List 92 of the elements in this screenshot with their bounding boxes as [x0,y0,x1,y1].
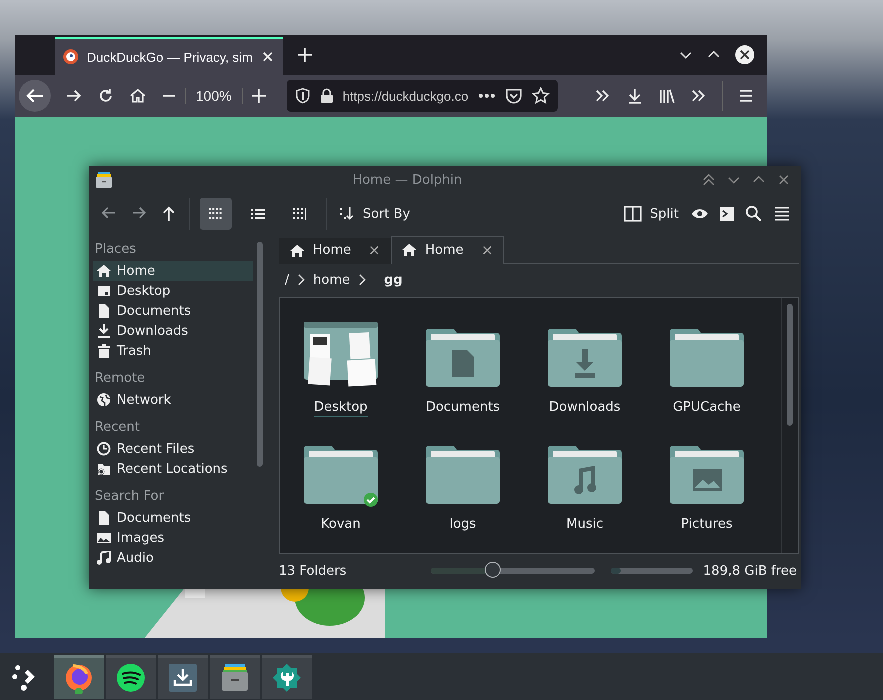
split-button[interactable]: Split [622,202,681,226]
back-icon[interactable] [19,80,51,112]
folder-clock-icon [97,462,111,476]
scrollbar[interactable] [257,242,263,467]
browser-tab[interactable]: DuckDuckGo — Privacy, sim [55,37,283,75]
folder-item[interactable]: Downloads [524,320,646,418]
sidebar-item[interactable]: Recent Locations [93,459,253,479]
sidebar-item[interactable]: Desktop [93,281,253,301]
document-icon [97,511,111,525]
new-tab-icon[interactable] [296,47,313,63]
duck-logo-icon [63,49,79,65]
home-icon[interactable] [129,87,147,105]
breadcrumb-item[interactable]: home [313,272,350,288]
sidebar-item[interactable]: Network [93,390,253,410]
menu-icon[interactable] [773,205,791,223]
task-button[interactable] [106,654,156,698]
grid-icon [209,208,223,220]
sidebar-item[interactable]: Home [93,261,253,281]
folder-tab[interactable]: Home [279,238,392,264]
home-icon [402,243,418,258]
star-icon[interactable] [532,87,550,105]
sidebar-item[interactable]: Trash [93,341,253,361]
section-heading: Search For [94,488,166,506]
breadcrumb-item[interactable]: / [285,272,290,288]
free-space-text: 189,8 GiB free [703,564,797,579]
zoom-slider[interactable] [431,562,596,580]
search-icon[interactable] [745,205,763,223]
home-icon [290,244,305,258]
task-button[interactable] [262,654,312,698]
fox-globe-icon [63,662,95,694]
task-button[interactable] [210,654,260,698]
chevron-right-icon [297,274,306,286]
pocket-icon[interactable] [504,87,523,105]
sound-waves-icon [115,662,147,694]
desktop-icon [97,284,111,298]
address-bar[interactable]: https://duckduckgo.co [286,80,558,112]
shield-icon [294,88,311,104]
folder-item[interactable]: logs [402,437,524,534]
folder-item[interactable]: Documents [402,320,524,418]
close-icon[interactable] [482,244,493,256]
clock-icon [97,442,111,456]
sidebar-item[interactable]: Downloads [93,321,253,341]
reload-icon[interactable] [97,87,115,105]
folder-item[interactable]: Desktop [280,320,402,418]
section-heading: Remote [94,370,146,388]
file-cabinet-icon [219,662,251,694]
trash-icon [97,344,111,358]
task-button[interactable] [158,654,208,698]
zoom-reset-button[interactable]: 100% [185,88,243,104]
sort-icon [339,206,355,222]
download-icon [97,324,111,338]
folder-count: 13 Folders [279,564,347,579]
section-heading: Recent [94,419,141,437]
breadcrumb-item[interactable]: gg [384,272,403,288]
menu-icon[interactable] [737,87,755,105]
url-text: https://duckduckgo.co [342,88,469,104]
icons-view-button[interactable] [200,198,232,230]
sidebar-item[interactable]: Documents [93,301,253,321]
list-icon [251,208,265,220]
folder-tab[interactable]: Home [391,236,504,264]
close-icon[interactable] [369,245,380,256]
folder-item[interactable]: Music [524,437,646,534]
lock-icon [320,88,334,104]
sort-button[interactable]: Sort By [337,202,412,226]
download-icon[interactable] [626,87,644,105]
download-icon [167,662,199,694]
close-icon[interactable] [260,50,275,64]
window-title: Home — Dolphin [352,172,464,188]
split-view-icon [624,206,642,222]
sidebar-item[interactable]: Recent Files [93,439,253,459]
section-heading: Places [94,241,138,259]
sidebar-item[interactable]: Audio [93,548,253,568]
zoom-in-icon[interactable] [250,88,267,104]
globe-icon [97,393,111,407]
sidebar-item[interactable]: Images [93,528,253,548]
close-icon[interactable] [735,45,755,65]
home-icon [97,264,111,278]
chevron-right-icon [358,274,366,286]
terminal-icon[interactable] [719,206,735,222]
keep-above-icon[interactable] [702,173,716,187]
music-note-icon [97,551,111,565]
file-cabinet-icon [95,171,113,189]
sidebar-item[interactable]: Documents [93,508,253,528]
folder-item[interactable]: Kovan [280,437,402,534]
document-icon [97,304,111,318]
library-icon[interactable] [658,87,676,105]
folder-item[interactable]: Pictures [646,437,768,534]
compact-grid-icon [293,208,307,220]
more-icon[interactable] [478,93,496,99]
folder-item[interactable]: GPUCache [646,320,768,418]
wrench-gear-icon [271,662,303,694]
image-icon [97,531,111,545]
